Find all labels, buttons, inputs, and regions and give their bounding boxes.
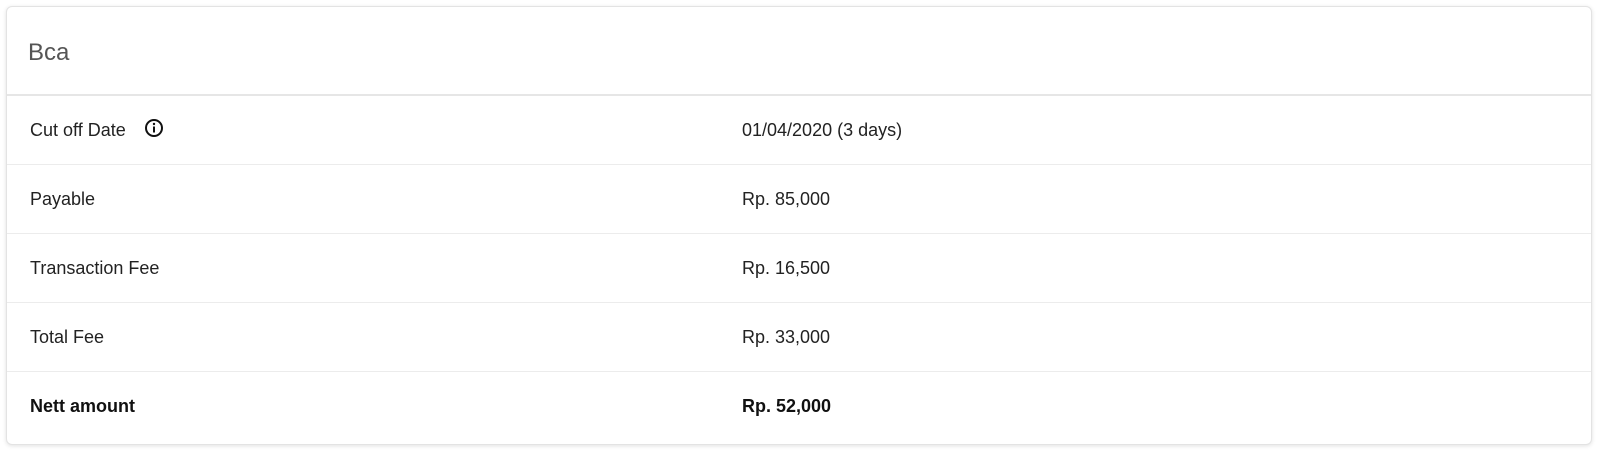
row-label-container: Cut off Date (7, 118, 742, 141)
row-label: Cut off Date (30, 119, 126, 140)
row-label: Transaction Fee (30, 257, 160, 278)
card-title: Bca (28, 38, 70, 66)
row-value: Rp. 33,000 (742, 326, 831, 347)
row-nett-amount: Nett amount Rp. 52,000 (7, 372, 1591, 440)
card-header: Bca (7, 7, 1591, 96)
row-label: Total Fee (30, 326, 105, 347)
bank-summary-card: Bca Cut off Date 01/04/2020 (3 days) Pay… (6, 6, 1592, 445)
info-icon[interactable] (144, 118, 164, 138)
row-cut-off-date: Cut off Date 01/04/2020 (3 days) (7, 96, 1591, 165)
row-value: 01/04/2020 (3 days) (742, 119, 903, 140)
row-value: Rp. 16,500 (742, 257, 831, 278)
row-label: Payable (30, 188, 96, 209)
row-payable: Payable Rp. 85,000 (7, 165, 1591, 234)
row-label: Nett amount (30, 395, 135, 416)
row-total-fee: Total Fee Rp. 33,000 (7, 303, 1591, 372)
row-transaction-fee: Transaction Fee Rp. 16,500 (7, 234, 1591, 303)
row-value: Rp. 52,000 (742, 395, 832, 416)
row-value: Rp. 85,000 (742, 188, 831, 209)
